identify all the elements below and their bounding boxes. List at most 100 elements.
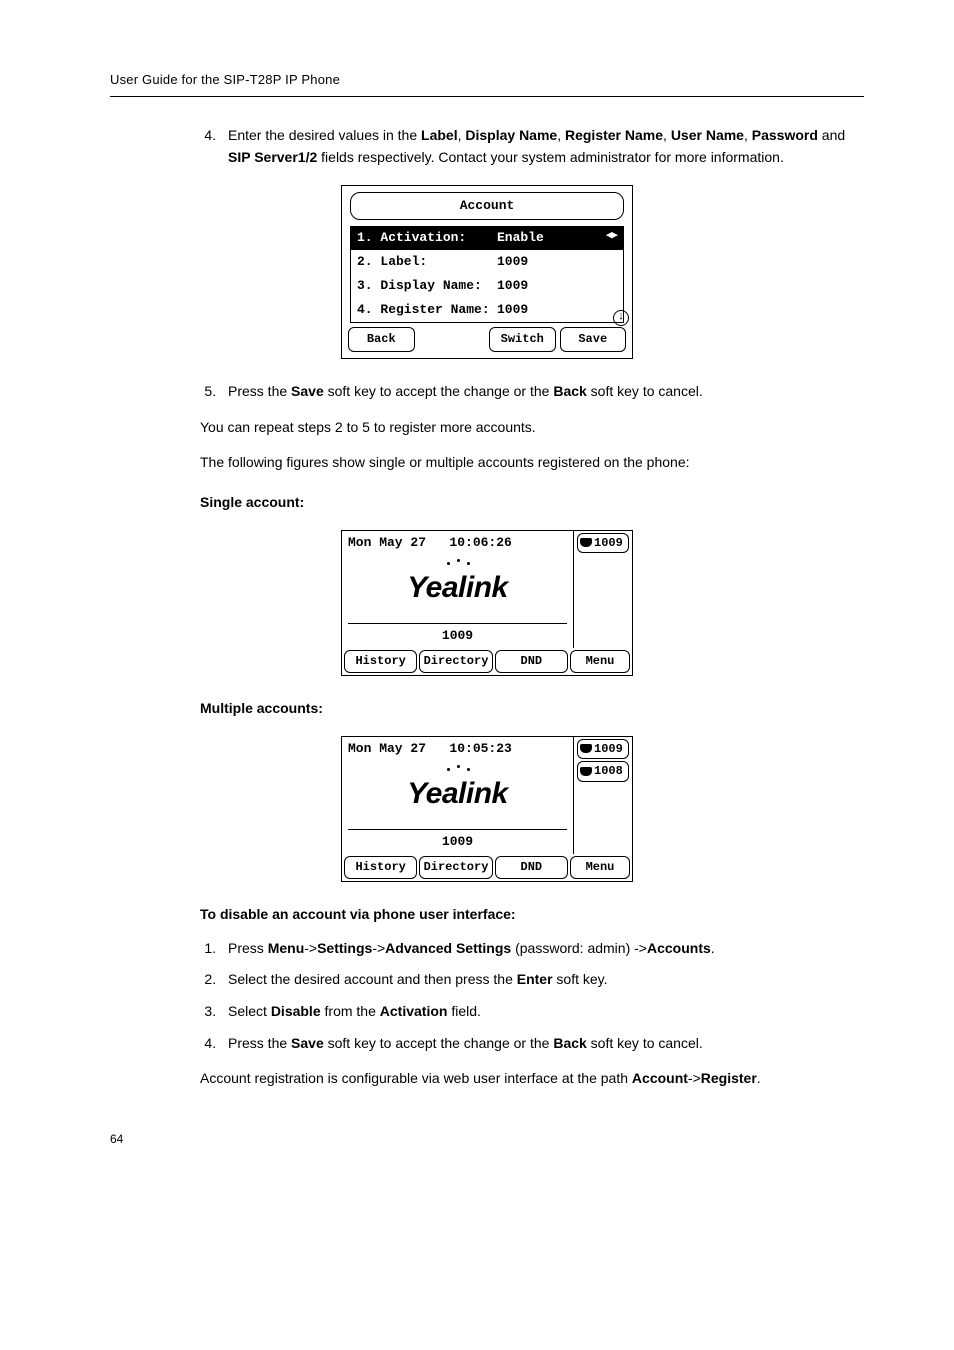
multi-account-head: Multiple accounts: [200, 698, 864, 720]
save-bold: Save [291, 383, 324, 399]
status-time: 10:06:26 [449, 535, 511, 550]
account-field-row: 3. Display Name:1009 [351, 274, 623, 298]
field-label: 3. Display Name: [357, 276, 497, 296]
line-key: 1009 [577, 533, 629, 554]
menu-softkey: Menu [570, 856, 630, 879]
sip-server-bold: SIP Server1/2 [228, 149, 317, 165]
text: , [744, 127, 752, 143]
text: , [557, 127, 565, 143]
switch-softkey: Switch [489, 327, 556, 352]
directory-softkey: Directory [419, 650, 492, 673]
line-key: 1008 [577, 761, 629, 782]
register-bold: Register [701, 1070, 757, 1086]
scroll-down-icon: ↓ [613, 310, 629, 326]
history-softkey: History [344, 856, 417, 879]
softkey-row: HistoryDirectoryDNDMenu [342, 854, 632, 881]
bold-term: Menu [268, 940, 305, 956]
para-repeat: You can repeat steps 2 to 5 to register … [200, 417, 864, 439]
dnd-softkey: DND [495, 856, 568, 879]
back-bold: Back [553, 383, 586, 399]
bold-term: Back [553, 1035, 586, 1051]
field-value: 1009 [497, 252, 617, 272]
single-account-head: Single account: [200, 492, 864, 514]
page-number: 64 [110, 1130, 864, 1149]
text: -> [304, 940, 317, 956]
logo-area: Yealink [342, 553, 573, 614]
bold-term: Activation [380, 1003, 448, 1019]
status-date: Mon May 27 [348, 535, 426, 550]
text: Press the [228, 1035, 291, 1051]
text: soft key to cancel. [587, 1035, 703, 1051]
text: Enter the desired values in the [228, 127, 421, 143]
text: soft key to accept the change or the [324, 383, 554, 399]
text: (password: admin) -> [511, 940, 647, 956]
figure-account-edit: Account 1. Activation:Enable◀▶2. Label:1… [110, 185, 864, 359]
phone-icon [580, 538, 592, 547]
password-bold: Password [752, 127, 818, 143]
text: soft key to accept the change or the [324, 1035, 554, 1051]
left-right-arrows-icon: ◀▶ [606, 228, 617, 248]
lcd-idle-single: Mon May 27 10:06:26 Yealink 1009 1009 Hi… [341, 530, 633, 676]
logo-area: Yealink [342, 759, 573, 820]
disable-steps-list: Press Menu->Settings->Advanced Settings … [110, 938, 864, 1055]
text: and [818, 127, 845, 143]
bold-term: Enter [517, 971, 553, 987]
history-softkey: History [344, 650, 417, 673]
text: Press [228, 940, 268, 956]
text: Select the desired account and then pres… [228, 971, 517, 987]
line-key-label: 1009 [594, 534, 623, 553]
text: -> [688, 1070, 701, 1086]
text: . [711, 940, 715, 956]
lcd-idle-multi: Mon May 27 10:05:23 Yealink 1009 1009100… [341, 736, 633, 882]
active-account-label: 1009 [348, 623, 567, 648]
header-rule [110, 96, 864, 97]
lcd-title: Account [350, 192, 624, 220]
disable-step: Select Disable from the Activation field… [220, 1001, 864, 1023]
disable-step: Press Menu->Settings->Advanced Settings … [220, 938, 864, 960]
disable-step: Select the desired account and then pres… [220, 969, 864, 991]
dnd-softkey: DND [495, 650, 568, 673]
field-value: 1009 [497, 300, 617, 320]
register-name-bold: Register Name [565, 127, 663, 143]
text: , [663, 127, 671, 143]
softkey-empty [419, 327, 486, 352]
line-key-label: 1009 [594, 740, 623, 759]
account-field-row: 4. Register Name:1009 [351, 298, 623, 322]
bold-term: Accounts [647, 940, 711, 956]
step-list-5: Press the Save soft key to accept the ch… [110, 381, 864, 403]
step-5: Press the Save soft key to accept the ch… [220, 381, 864, 403]
text: Account registration is configurable via… [200, 1070, 632, 1086]
disable-step: Press the Save soft key to accept the ch… [220, 1033, 864, 1055]
text: fields respectively. Contact your system… [317, 149, 784, 165]
field-value: Enable [497, 228, 606, 248]
save-softkey: Save [560, 327, 627, 352]
line-keys-column: 1009 1008 [574, 737, 632, 855]
display-name-bold: Display Name [465, 127, 557, 143]
text: soft key. [553, 971, 608, 987]
lcd-rows: 1. Activation:Enable◀▶2. Label:10093. Di… [350, 226, 624, 324]
para-figures: The following figures show single or mul… [200, 452, 864, 474]
label-bold: Label [421, 127, 458, 143]
yealink-logo: Yealink [407, 565, 507, 612]
text: soft key to cancel. [587, 383, 703, 399]
account-bold: Account [632, 1070, 688, 1086]
account-field-row: 2. Label:1009 [351, 250, 623, 274]
status-bar: Mon May 27 10:06:26 [342, 531, 573, 553]
disable-head: To disable an account via phone user int… [200, 904, 864, 926]
back-softkey: Back [348, 327, 415, 352]
line-keys-column: 1009 [574, 531, 632, 649]
closing-para: Account registration is configurable via… [200, 1068, 864, 1090]
status-date: Mon May 27 [348, 741, 426, 756]
yealink-logo: Yealink [407, 771, 507, 818]
lcd-account-screen: Account 1. Activation:Enable◀▶2. Label:1… [341, 185, 633, 359]
menu-softkey: Menu [570, 650, 630, 673]
text: from the [321, 1003, 380, 1019]
bold-term: Save [291, 1035, 324, 1051]
text: . [757, 1070, 761, 1086]
field-label: 4. Register Name: [357, 300, 497, 320]
step-4: Enter the desired values in the Label, D… [220, 125, 864, 168]
account-field-row: 1. Activation:Enable◀▶ [351, 226, 623, 250]
softkey-row: HistoryDirectoryDNDMenu [342, 648, 632, 675]
text: -> [372, 940, 385, 956]
softkey-row: Back SwitchSave [342, 327, 632, 358]
